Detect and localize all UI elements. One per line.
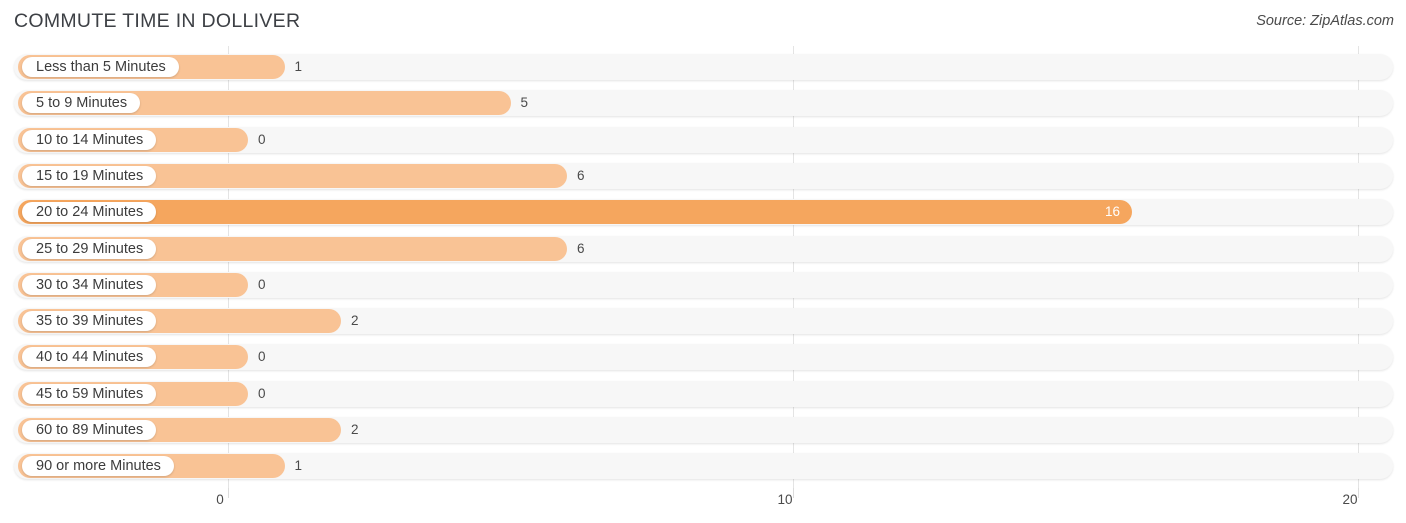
axis-tick-label: 0 xyxy=(216,492,224,507)
bar-value-label: 2 xyxy=(351,313,359,329)
bar-row: 6 25 to 29 Minutes xyxy=(0,232,1406,266)
bar-row: 6 15 to 19 Minutes xyxy=(0,159,1406,193)
axis-tick-label: 10 xyxy=(777,492,793,507)
bar-category-label: 90 or more Minutes xyxy=(22,456,174,477)
x-axis: 0 10 20 xyxy=(0,488,1406,523)
bar-value-label: 0 xyxy=(258,131,266,147)
bar-value-label: 0 xyxy=(258,385,266,401)
bar-row: 0 40 to 44 Minutes xyxy=(0,340,1406,374)
bar-row: 0 45 to 59 Minutes xyxy=(0,377,1406,411)
page-title: COMMUTE TIME IN DOLLIVER xyxy=(14,10,301,32)
bar-category-label: 40 to 44 Minutes xyxy=(22,347,157,368)
bar-value-label: 0 xyxy=(258,349,266,365)
axis-tick-label: 20 xyxy=(1342,492,1358,507)
bar-value-label: 5 xyxy=(520,95,529,111)
bar-row: 2 35 to 39 Minutes xyxy=(0,304,1406,338)
bar-value-label: 0 xyxy=(258,276,266,292)
bar-category-label: 35 to 39 Minutes xyxy=(22,311,157,332)
source-attribution: Source: ZipAtlas.com xyxy=(1256,13,1394,29)
bar-value-label: 6 xyxy=(577,240,585,256)
bar-category-label: 5 to 9 Minutes xyxy=(22,93,141,114)
bar-category-label: 45 to 59 Minutes xyxy=(22,383,157,404)
bar-category-label: 25 to 29 Minutes xyxy=(22,238,157,259)
bar-value-label: 2 xyxy=(351,422,359,437)
bar-row: 1 Less than 5 Minutes xyxy=(0,50,1406,84)
bar-row: 2 60 to 89 Minutes xyxy=(0,413,1406,447)
bar-category-label: 30 to 34 Minutes xyxy=(22,274,157,295)
bar-value-label: 16 xyxy=(1104,204,1120,220)
bar-row: 16 20 to 24 Minutes xyxy=(0,195,1406,229)
chart-plot-area: 1 Less than 5 Minutes 5 5 to 9 Minutes 0 10 t… xyxy=(0,46,1406,488)
bar-category-label: 20 to 24 Minutes xyxy=(22,202,157,223)
bar-row: 0 30 to 34 Minutes xyxy=(0,268,1406,302)
axis-tick-mark xyxy=(228,488,229,498)
bar-category-label: 60 to 89 Minutes xyxy=(22,420,157,440)
bar-category-label: 10 to 14 Minutes xyxy=(22,129,157,150)
bar-row: 1 90 or more Minutes xyxy=(0,449,1406,483)
bar-value-label: 1 xyxy=(294,59,303,74)
chart-header: COMMUTE TIME IN DOLLIVER Source: ZipAtla… xyxy=(0,0,1406,46)
axis-tick-mark xyxy=(793,488,794,498)
bar-category-label: 15 to 19 Minutes xyxy=(22,165,157,186)
bar-value-label: 6 xyxy=(577,167,585,183)
bar: 16 xyxy=(18,200,1132,225)
bar-value-label: 1 xyxy=(294,458,303,474)
bar-row: 5 5 to 9 Minutes xyxy=(0,86,1406,120)
bar-row: 0 10 to 14 Minutes xyxy=(0,123,1406,157)
axis-tick-mark xyxy=(1358,488,1359,498)
bar-category-label: Less than 5 Minutes xyxy=(22,57,179,77)
